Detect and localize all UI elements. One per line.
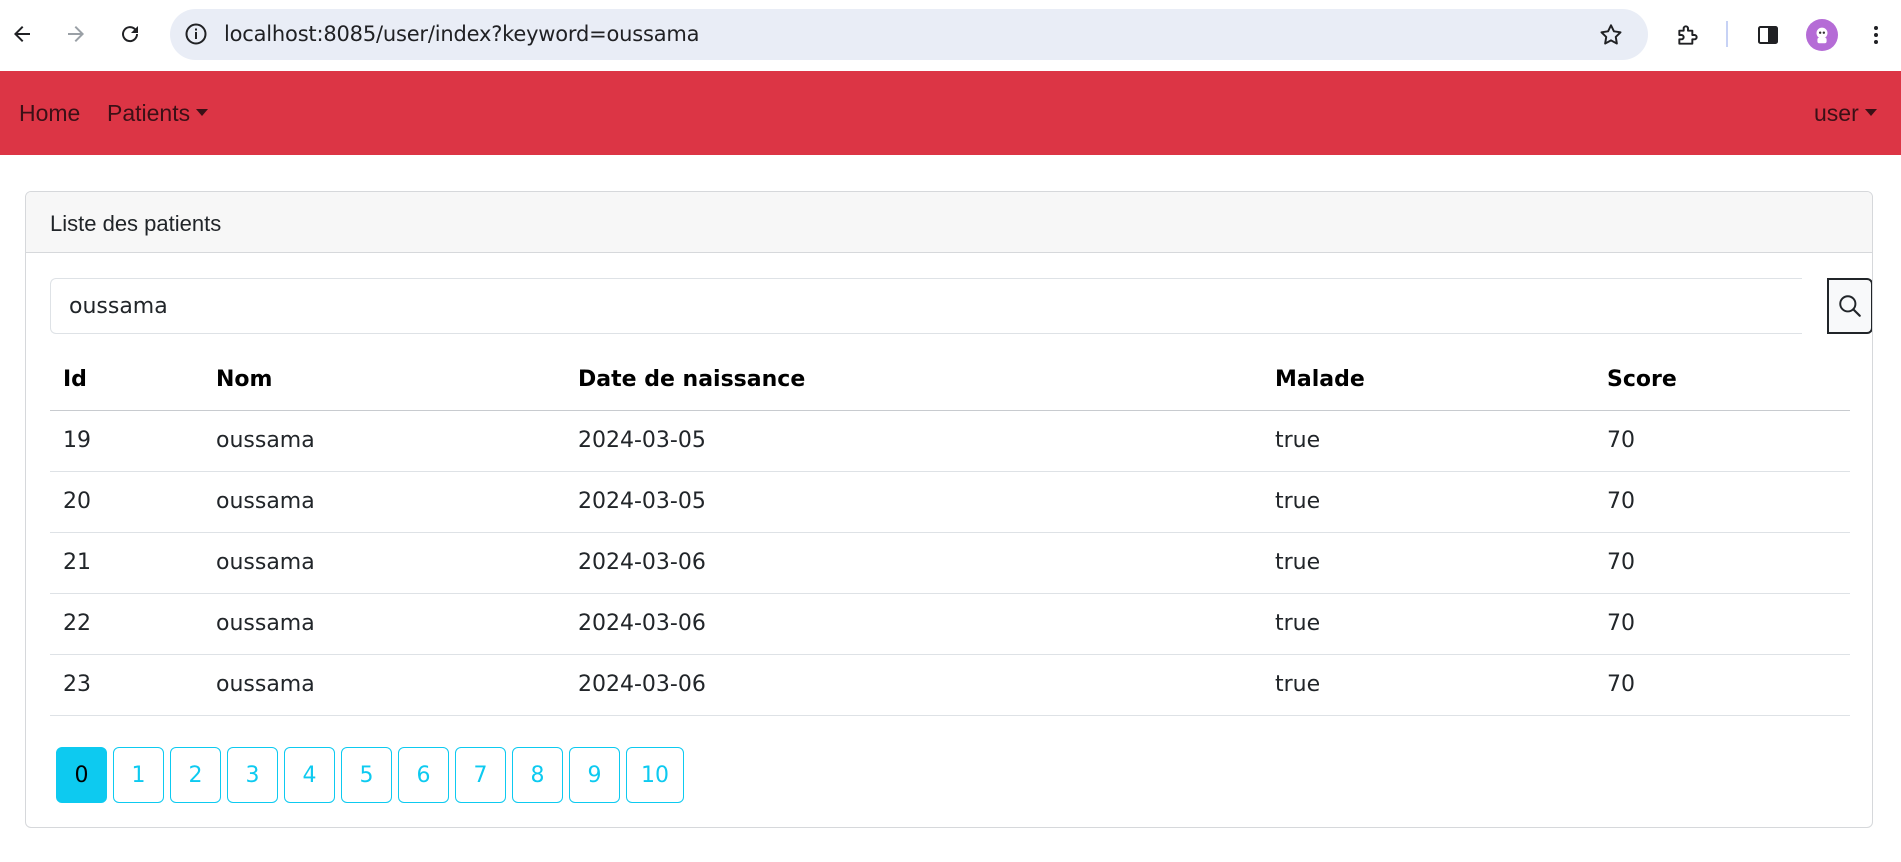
search-input[interactable] xyxy=(50,278,1802,334)
cell-nom: oussama xyxy=(203,532,565,594)
url-text[interactable]: localhost:8085/user/index?keyword=oussam… xyxy=(224,22,700,46)
forward-arrow-icon[interactable] xyxy=(56,14,96,54)
table-row: 21 oussama 2024-03-06 true 70 xyxy=(50,532,1850,594)
extensions-icon[interactable] xyxy=(1670,17,1706,53)
nav-patients-label: Patients xyxy=(107,100,191,126)
page-button-10[interactable]: 10 xyxy=(626,747,684,803)
table-row: 22 oussama 2024-03-06 true 70 xyxy=(50,593,1850,655)
page-button-5[interactable]: 5 xyxy=(341,747,392,803)
cell-id: 19 xyxy=(50,410,203,472)
nav-patients-dropdown[interactable]: Patients xyxy=(107,100,209,127)
cell-id: 21 xyxy=(50,532,203,594)
info-icon[interactable] xyxy=(182,20,210,48)
browser-toolbar: localhost:8085/user/index?keyword=oussam… xyxy=(0,0,1901,71)
search-button[interactable] xyxy=(1827,278,1872,334)
table-header-row: Id Nom Date de naissance Malade Score xyxy=(50,349,1850,411)
column-header-id: Id xyxy=(50,349,203,411)
cell-nom: oussama xyxy=(203,654,565,716)
column-header-nom: Nom xyxy=(203,349,565,411)
cell-date: 2024-03-06 xyxy=(565,654,1262,716)
kebab-menu-icon[interactable] xyxy=(1858,17,1894,53)
page-button-8[interactable]: 8 xyxy=(512,747,563,803)
cell-date: 2024-03-06 xyxy=(565,593,1262,655)
app-navbar: Home Patients user xyxy=(0,71,1901,155)
page-button-0[interactable]: 0 xyxy=(56,747,107,803)
search-form xyxy=(50,278,1872,334)
cell-date: 2024-03-06 xyxy=(565,532,1262,594)
page-button-2[interactable]: 2 xyxy=(170,747,221,803)
cell-nom: oussama xyxy=(203,593,565,655)
cell-malade: true xyxy=(1262,471,1594,533)
nav-home-link[interactable]: Home xyxy=(19,100,80,127)
cell-nom: oussama xyxy=(203,471,565,533)
cell-score: 70 xyxy=(1594,654,1850,716)
address-bar[interactable]: localhost:8085/user/index?keyword=oussam… xyxy=(170,9,1648,60)
chevron-down-icon xyxy=(196,109,209,117)
page-button-9[interactable]: 9 xyxy=(569,747,620,803)
search-icon xyxy=(1839,295,1861,317)
cell-malade: true xyxy=(1262,654,1594,716)
patients-card: Liste des patients Id Nom Date de naissa… xyxy=(25,191,1873,828)
cell-id: 23 xyxy=(50,654,203,716)
cell-nom: oussama xyxy=(203,410,565,472)
pagination: 0 1 2 3 4 5 6 7 8 9 10 xyxy=(56,747,684,803)
cell-score: 70 xyxy=(1594,471,1850,533)
column-header-date: Date de naissance xyxy=(565,349,1262,411)
page-button-7[interactable]: 7 xyxy=(455,747,506,803)
cell-score: 70 xyxy=(1594,532,1850,594)
cell-malade: true xyxy=(1262,410,1594,472)
page-button-6[interactable]: 6 xyxy=(398,747,449,803)
table-row: 20 oussama 2024-03-05 true 70 xyxy=(50,471,1850,533)
nav-user-label: user xyxy=(1814,100,1859,126)
page-button-4[interactable]: 4 xyxy=(284,747,335,803)
profile-avatar[interactable] xyxy=(1806,19,1838,51)
patients-table: Id Nom Date de naissance Malade Score 19… xyxy=(50,349,1850,716)
chevron-down-icon xyxy=(1864,109,1877,117)
reload-icon[interactable] xyxy=(110,14,150,54)
cell-id: 22 xyxy=(50,593,203,655)
cell-malade: true xyxy=(1262,593,1594,655)
page-button-3[interactable]: 3 xyxy=(227,747,278,803)
star-icon[interactable] xyxy=(1596,20,1626,50)
side-panel-icon[interactable] xyxy=(1750,17,1786,53)
nav-user-dropdown[interactable]: user xyxy=(1814,100,1877,127)
back-arrow-icon[interactable] xyxy=(2,14,42,54)
card-title: Liste des patients xyxy=(26,192,1872,253)
table-row: 23 oussama 2024-03-06 true 70 xyxy=(50,654,1850,716)
column-header-malade: Malade xyxy=(1262,349,1594,411)
toolbar-divider xyxy=(1726,21,1728,47)
cell-score: 70 xyxy=(1594,410,1850,472)
page-button-1[interactable]: 1 xyxy=(113,747,164,803)
cell-id: 20 xyxy=(50,471,203,533)
cell-date: 2024-03-05 xyxy=(565,471,1262,533)
cell-malade: true xyxy=(1262,532,1594,594)
cell-score: 70 xyxy=(1594,593,1850,655)
table-row: 19 oussama 2024-03-05 true 70 xyxy=(50,410,1850,472)
column-header-score: Score xyxy=(1594,349,1850,411)
cell-date: 2024-03-05 xyxy=(565,410,1262,472)
